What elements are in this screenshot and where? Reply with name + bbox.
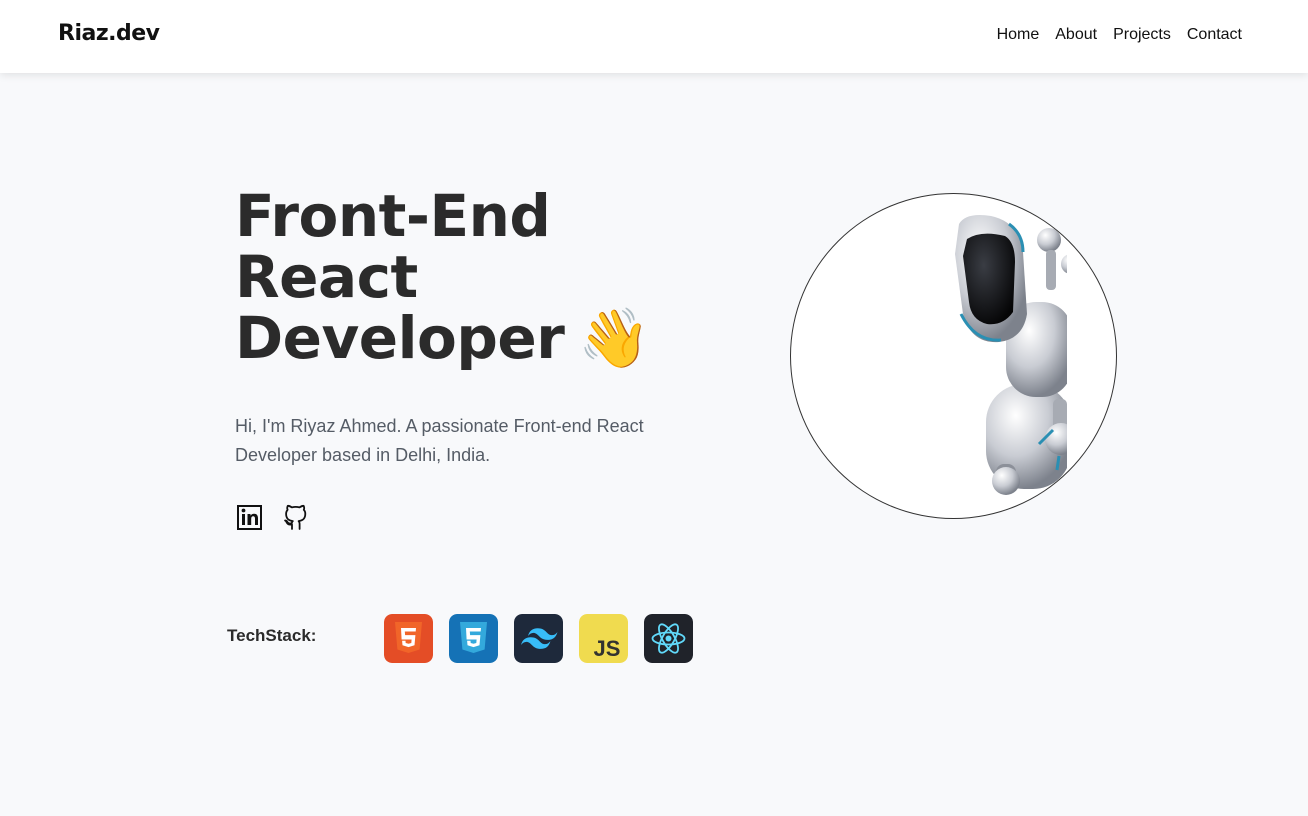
css3-icon bbox=[449, 614, 498, 663]
social-links bbox=[236, 502, 309, 532]
nav-projects-link[interactable]: Projects bbox=[1113, 26, 1171, 44]
wave-emoji-icon: 👋 bbox=[578, 304, 651, 372]
tailwind-icon bbox=[514, 614, 563, 663]
techstack-label: TechStack: bbox=[227, 626, 317, 645]
hero-title-line-2: React bbox=[235, 243, 418, 311]
html5-icon bbox=[384, 614, 433, 663]
hero-title-line-1: Front-End bbox=[235, 182, 551, 250]
react-icon bbox=[644, 614, 693, 663]
nav-about-link[interactable]: About bbox=[1055, 26, 1097, 44]
techstack-icons: JS bbox=[384, 614, 693, 663]
github-icon[interactable] bbox=[282, 502, 309, 532]
robot-illustration bbox=[955, 215, 1067, 495]
nav-contact-link[interactable]: Contact bbox=[1187, 26, 1242, 44]
hero-description: Hi, I'm Riyaz Ahmed. A passionate Front-… bbox=[235, 416, 644, 465]
site-header: Riaz.dev Home About Projects Contact bbox=[0, 0, 1308, 73]
svg-text:JS: JS bbox=[594, 636, 621, 661]
profile-image bbox=[790, 193, 1117, 519]
linkedin-icon[interactable] bbox=[236, 502, 263, 532]
hero-title-line-3: Developer bbox=[235, 304, 565, 372]
nav-home-link[interactable]: Home bbox=[997, 26, 1040, 44]
hero-title: Front-End React Developer 👋 bbox=[235, 186, 705, 369]
javascript-icon: JS bbox=[579, 614, 628, 663]
main-nav: Home About Projects Contact bbox=[997, 26, 1242, 44]
brand-logo[interactable]: Riaz.dev bbox=[58, 21, 160, 46]
